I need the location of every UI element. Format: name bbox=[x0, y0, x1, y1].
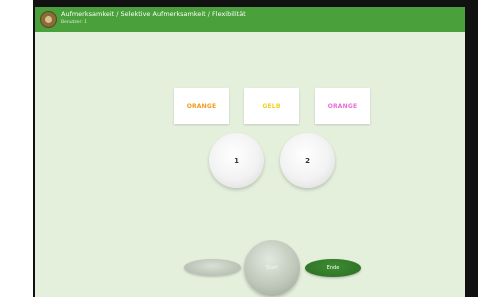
word-card-label: ORANGE bbox=[327, 102, 358, 110]
end-button[interactable]: Ende bbox=[305, 259, 361, 277]
word-card-label: GELB bbox=[262, 102, 281, 110]
end-button-label: Ende bbox=[326, 265, 340, 271]
app-subtitle: Benutzer: 1 bbox=[61, 20, 88, 25]
word-card-1: ORANGE bbox=[174, 88, 229, 124]
word-card-3: ORANGE bbox=[315, 88, 370, 124]
word-card-label: ORANGE bbox=[186, 102, 217, 110]
app-title: Aufmerksamkeit / Selektive Aufmerksamkei… bbox=[61, 10, 246, 18]
answer-button-2[interactable]: 2 bbox=[280, 133, 335, 188]
app-bar: Aufmerksamkeit / Selektive Aufmerksamkei… bbox=[35, 7, 465, 32]
answer-label: 2 bbox=[305, 156, 310, 165]
app-screen: Aufmerksamkeit / Selektive Aufmerksamkei… bbox=[35, 7, 465, 297]
start-button-label: Start bbox=[265, 265, 279, 271]
answer-label: 1 bbox=[234, 156, 239, 165]
left-pill-button[interactable] bbox=[184, 259, 241, 276]
app-logo-icon[interactable] bbox=[40, 11, 57, 28]
word-card-2: GELB bbox=[244, 88, 299, 124]
start-button[interactable]: Start bbox=[244, 240, 300, 296]
answer-button-1[interactable]: 1 bbox=[209, 133, 264, 188]
